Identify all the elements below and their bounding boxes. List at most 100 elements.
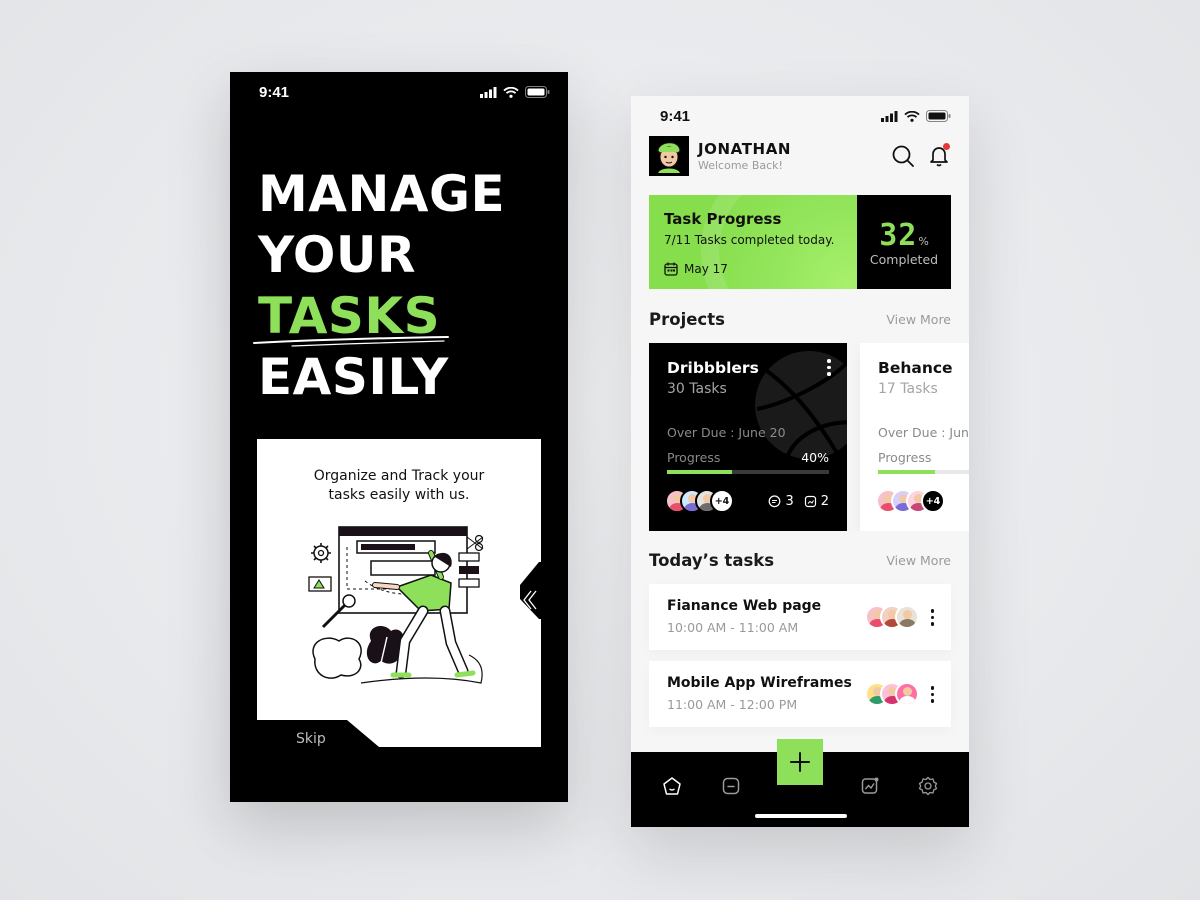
project-progress-row: Progress 40% (667, 450, 829, 465)
projects-title: Projects (649, 309, 725, 329)
onboarding-description: Organize and Track your tasks easily wit… (313, 468, 485, 503)
task-illustration (308, 526, 484, 684)
status-time: 9:41 (259, 83, 290, 101)
add-icon (790, 752, 810, 772)
page-background (0, 0, 1200, 900)
comment-count: 3 (785, 493, 794, 509)
date-label: May 17 (684, 262, 728, 276)
battery-icon (926, 110, 951, 122)
project-task-count: 30 Tasks (667, 381, 727, 397)
notification-button[interactable] (927, 143, 951, 168)
member-avatar (895, 605, 919, 629)
headline: MANAGE YOUR TASKS EASILY (258, 164, 558, 408)
project-name: Behance (878, 359, 953, 377)
progress-bar-fill (667, 470, 732, 474)
projects-view-more-link[interactable]: View More (886, 312, 951, 327)
battery-icon (525, 86, 550, 98)
status-icons (881, 110, 951, 122)
comments-stat[interactable]: 3 (768, 493, 794, 509)
skip-button[interactable]: Skip (296, 731, 326, 747)
progress-value: 40% (801, 450, 829, 465)
header-actions (891, 143, 951, 168)
task-progress-title: Task Progress (664, 210, 782, 228)
progress-bar (878, 470, 969, 474)
projects-header: Projects View More (649, 307, 951, 331)
settings-icon (918, 776, 938, 796)
task-progress-date: May 17 (664, 262, 857, 276)
headline-line-2: YOUR (258, 226, 417, 284)
project-card-behance[interactable]: Behance 17 Tasks Over Due : June Progres… (860, 343, 969, 531)
task-member-avatars[interactable] (865, 682, 919, 706)
next-arrow-button[interactable] (518, 577, 541, 623)
project-task-count: 17 Tasks (878, 381, 938, 397)
add-task-button[interactable] (777, 739, 823, 785)
progress-label: Progress (667, 450, 721, 465)
project-footer: +4 3 2 (665, 488, 829, 514)
nav-settings-button[interactable] (918, 776, 938, 796)
status-bar: 9:41 (230, 72, 568, 112)
completion-percent: 32 % (879, 218, 929, 253)
task-item[interactable]: Mobile App Wireframes 11:00 AM - 12:00 P… (649, 661, 951, 727)
status-time: 9:41 (660, 107, 691, 125)
onboarding-card: Organize and Track your tasks easily wit… (257, 439, 541, 747)
project-card-dribbblers[interactable]: Dribbblers 30 Tasks Over Due : June 20 P… (649, 343, 847, 531)
calendar-icon (664, 262, 678, 276)
home-icon (663, 777, 681, 795)
task-progress-summary: Task Progress 7/11 Tasks completed today… (649, 195, 857, 289)
onboarding-screen: 9:41 MANAGE YOUR TASKS EASILY Organize a… (230, 72, 568, 802)
kebab-menu-icon[interactable] (930, 609, 934, 626)
home-indicator (755, 814, 847, 818)
welcome-text: Welcome Back! (698, 159, 783, 172)
progress-label: Progress (878, 450, 932, 465)
task-item[interactable]: Fianance Web page 10:00 AM - 11:00 AM (649, 584, 951, 650)
profile-text: JONATHAN Welcome Back! (698, 140, 791, 172)
wifi-icon (503, 86, 519, 98)
more-members-badge[interactable]: +4 (921, 489, 945, 513)
project-due-date: Over Due : June (878, 425, 969, 440)
task-member-avatars[interactable] (865, 605, 919, 629)
task-progress-card[interactable]: Task Progress 7/11 Tasks completed today… (649, 195, 951, 289)
nav-home-button[interactable] (662, 776, 682, 796)
file-count: 2 (820, 493, 829, 509)
search-button[interactable] (891, 144, 915, 168)
completion-value: 32 (879, 217, 918, 253)
project-footer: +4 (876, 488, 969, 514)
member-avatars[interactable]: +4 (665, 489, 734, 513)
progress-bar-fill (878, 470, 935, 474)
wifi-icon (904, 110, 920, 122)
stats-icon (861, 777, 879, 794)
avatar[interactable] (649, 136, 689, 176)
more-members-badge[interactable]: +4 (710, 489, 734, 513)
double-chevron-left-icon (522, 590, 537, 610)
underline-swoosh (253, 336, 449, 347)
signal-icon (480, 86, 497, 98)
progress-bar (667, 470, 829, 474)
member-avatars[interactable]: +4 (876, 489, 945, 513)
kebab-menu-icon[interactable] (827, 359, 831, 376)
member-avatar (895, 682, 919, 706)
project-stats: 3 2 (768, 494, 829, 509)
status-bar: 9:41 (631, 96, 969, 136)
completion-label: Completed (869, 251, 939, 267)
headline-line-4: EASILY (258, 348, 449, 406)
profile-header: JONATHAN Welcome Back! (649, 136, 951, 176)
kebab-menu-icon[interactable] (930, 686, 934, 703)
today-tasks-title: Today’s tasks (649, 550, 775, 570)
today-tasks-view-more-link[interactable]: View More (886, 553, 951, 568)
nav-stats-button[interactable] (860, 776, 880, 796)
dashboard-screen: 9:41 JONATHAN Welcome Back! Task Progres… (631, 96, 969, 827)
notification-dot (943, 143, 950, 150)
nav-tasks-button[interactable] (721, 776, 741, 796)
headline-line-1: MANAGE (258, 165, 506, 223)
user-avatar-icon (657, 142, 681, 173)
file-icon (804, 495, 816, 507)
completion-panel: 32 % Completed (857, 195, 951, 289)
task-progress-summary-text: 7/11 Tasks completed today. (664, 233, 835, 247)
files-stat[interactable]: 2 (804, 494, 829, 509)
comment-icon (769, 494, 781, 507)
percent-sign: % (918, 234, 929, 248)
tasks-icon (722, 777, 740, 795)
user-name: JONATHAN (698, 140, 792, 158)
today-tasks-header: Today’s tasks View More (649, 548, 951, 572)
projects-carousel[interactable]: Dribbblers 30 Tasks Over Due : June 20 P… (649, 343, 969, 531)
